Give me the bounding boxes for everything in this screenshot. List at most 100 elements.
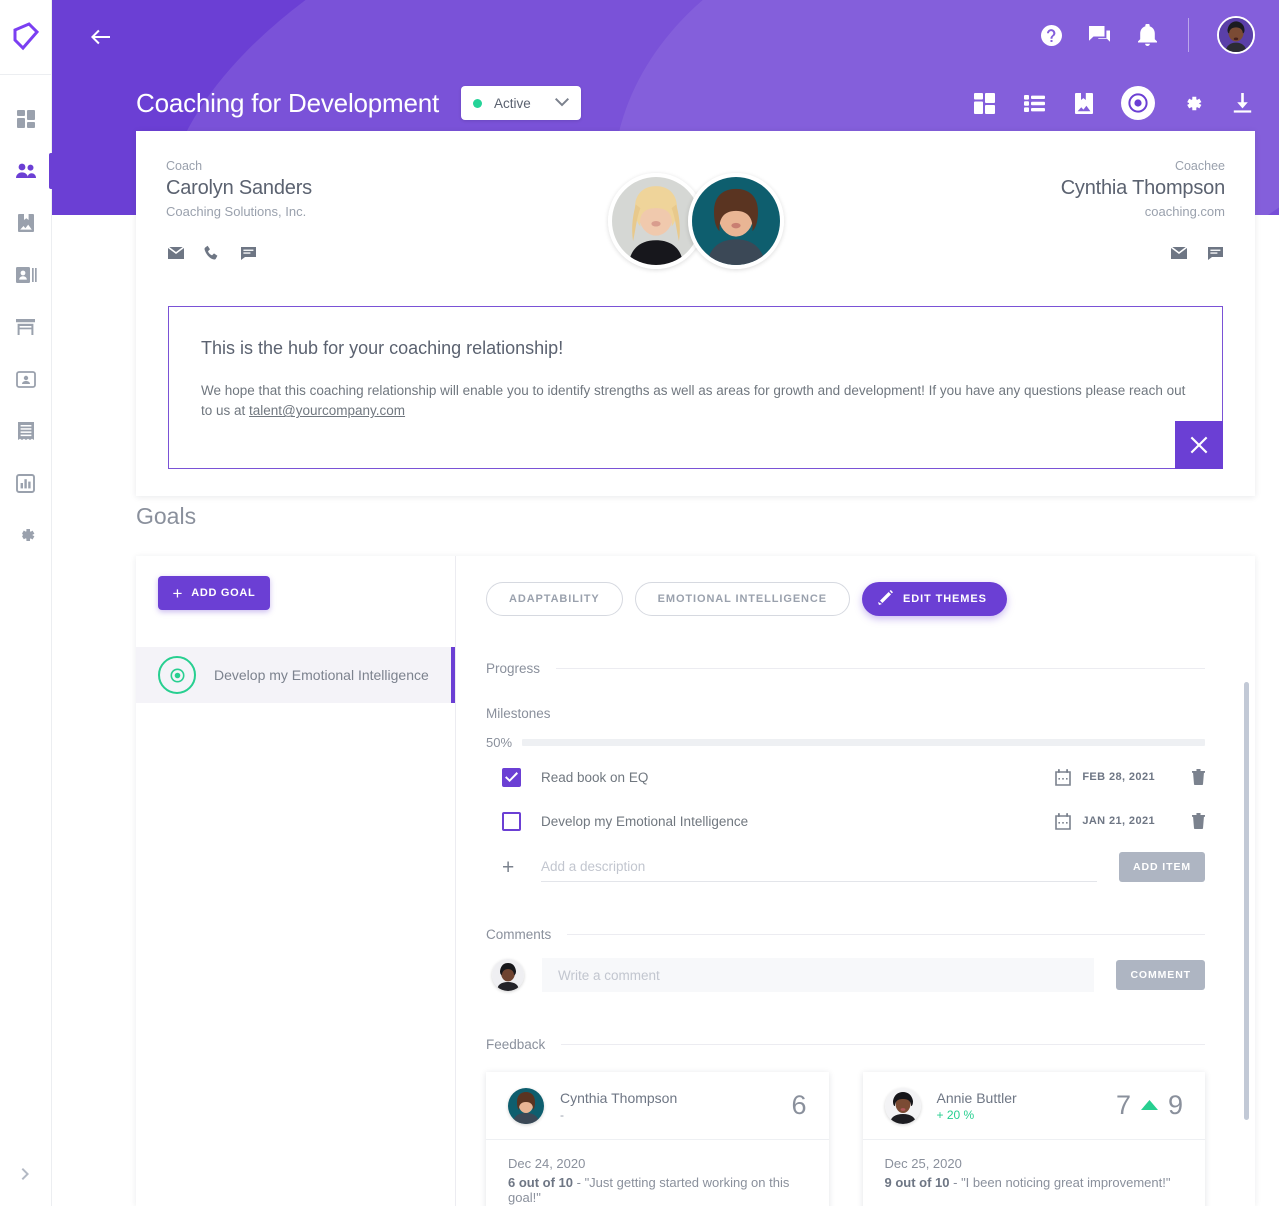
download-icon[interactable]	[1229, 90, 1255, 116]
feedback-rating: 9 out of 10	[884, 1175, 950, 1190]
progress-label: Progress	[486, 661, 541, 676]
contact-list-icon	[15, 267, 37, 283]
goal-item-label: Develop my Emotional Intelligence	[214, 667, 429, 683]
notifications-bell-icon[interactable]	[1134, 22, 1160, 48]
calendar-icon	[1054, 768, 1072, 786]
sidebar-item-media[interactable]	[0, 197, 51, 249]
goal-detail-scrollbar[interactable]	[1244, 682, 1249, 1120]
feedback-score-primary: 7	[1115, 1090, 1131, 1120]
header-top-bar	[52, 0, 1279, 74]
add-goal-label: ADD GOAL	[191, 587, 256, 599]
list-view-icon[interactable]	[1021, 90, 1047, 116]
feedback-author: Annie Buttler + 20 %	[937, 1090, 1116, 1122]
profile-top: Coach Carolyn Sanders Coaching Solutions…	[136, 131, 1255, 291]
sidebar-item-dashboard[interactable]	[0, 93, 51, 145]
back-button[interactable]	[82, 20, 118, 56]
delete-milestone-button[interactable]	[1177, 769, 1205, 785]
image-card-icon	[17, 214, 34, 232]
add-milestone-input[interactable]	[541, 852, 1098, 882]
feedback-card: Cynthia Thompson - 6 Dec 24, 2020 6 out …	[486, 1072, 829, 1206]
trend-up-icon	[1140, 1100, 1158, 1111]
grid-view-icon[interactable]	[971, 90, 997, 116]
theme-chip-emotional-intelligence[interactable]: EMOTIONAL INTELLIGENCE	[634, 582, 850, 616]
sidebar-item-reports[interactable]	[0, 457, 51, 509]
feedback-quote: 9 out of 10 - "I been noticing great imp…	[885, 1175, 1184, 1190]
left-nav-rail	[0, 0, 52, 1206]
message-icon[interactable]	[238, 243, 258, 263]
feedback-quote-text: - "I been noticing great improvement!"	[949, 1175, 1171, 1190]
hub-banner: This is the hub for your coaching relati…	[168, 306, 1223, 469]
coach-contact-actions	[166, 243, 312, 263]
goals-target-icon[interactable]	[1121, 86, 1155, 120]
milestone-date: JAN 21, 2021	[1082, 815, 1155, 827]
milestone-text: Read book on EQ	[541, 769, 649, 785]
coachee-avatar[interactable]	[687, 173, 784, 269]
email-icon[interactable]	[1169, 243, 1189, 263]
table-row: Develop my Emotional Intelligence JAN 21…	[486, 804, 1205, 838]
add-goal-button[interactable]: + ADD GOAL	[158, 576, 270, 610]
status-badge: Active	[494, 95, 531, 111]
chat-icon[interactable]	[1086, 22, 1112, 48]
calendar-icon	[1054, 812, 1072, 830]
edit-themes-button[interactable]: EDIT THEMES	[861, 582, 1007, 616]
feedback-scores: 6	[791, 1090, 806, 1121]
media-view-icon[interactable]	[1071, 90, 1097, 116]
comment-input[interactable]	[542, 958, 1095, 992]
feedback-score-secondary: 9	[1167, 1090, 1183, 1120]
people-icon	[15, 163, 36, 178]
add-item-button[interactable]: ADD ITEM	[1119, 852, 1205, 882]
close-icon	[1190, 436, 1208, 454]
feedback-author-sub: + 20 %	[936, 1107, 975, 1122]
feedback-author-sub: -	[560, 1107, 564, 1122]
status-dropdown[interactable]: Active	[461, 86, 582, 120]
avatar	[508, 1087, 544, 1124]
table-row: Read book on EQ FEB 28, 2021	[486, 760, 1205, 794]
close-banner-button[interactable]	[1175, 421, 1223, 469]
hub-body: We hope that this coaching relationship …	[201, 381, 1190, 422]
coachee-block: Coachee Cynthia Thompson coaching.com	[1061, 159, 1225, 263]
comment-button[interactable]: COMMENT	[1116, 960, 1205, 990]
avatar	[884, 1087, 921, 1124]
delete-milestone-button[interactable]	[1177, 813, 1205, 829]
milestone-checkbox[interactable]	[502, 811, 521, 831]
chevron-down-icon	[555, 94, 570, 112]
status-dot	[473, 98, 483, 108]
avatar[interactable]	[1217, 16, 1255, 54]
app-logo[interactable]	[0, 0, 51, 74]
app-root: Coaching for Development Active Coach Ca…	[0, 0, 1279, 1206]
sidebar-item-people[interactable]	[0, 145, 52, 197]
pencil-icon	[877, 590, 893, 608]
feedback-section-header: Feedback	[486, 1037, 1205, 1052]
sidebar-item-documents[interactable]	[0, 405, 51, 457]
feedback-quote: 6 out of 10 - "Just getting started work…	[508, 1175, 807, 1205]
target-icon	[158, 656, 196, 694]
email-icon[interactable]	[166, 243, 186, 263]
phone-icon[interactable]	[202, 243, 222, 263]
help-icon[interactable]	[1038, 22, 1064, 48]
sidebar-item-settings[interactable]	[0, 509, 51, 561]
store-icon	[16, 319, 35, 335]
plus-icon: +	[172, 583, 184, 603]
hub-email-link[interactable]: talent@yourcompany.com	[249, 403, 405, 418]
coach-block: Coach Carolyn Sanders Coaching Solutions…	[166, 159, 312, 263]
sidebar-item-contacts[interactable]	[0, 249, 51, 301]
milestone-checkbox[interactable]	[502, 767, 521, 787]
relationship-avatars	[607, 173, 784, 269]
sidebar-item-profile-card[interactable]	[0, 353, 51, 405]
section-rule	[561, 1044, 1205, 1045]
message-icon[interactable]	[1205, 243, 1225, 263]
feedback-author-name: Annie Buttler	[936, 1089, 1017, 1106]
comments-section-header: Comments	[486, 927, 1205, 942]
coachee-contact-actions	[1061, 243, 1225, 263]
settings-gear-icon[interactable]	[1179, 90, 1205, 116]
list-item[interactable]: Develop my Emotional Intelligence	[136, 647, 455, 703]
feedback-scores: 7 9	[1116, 1090, 1183, 1121]
coach-name: Carolyn Sanders	[166, 177, 312, 199]
comments-label: Comments	[486, 927, 552, 942]
expand-sidebar-button[interactable]	[0, 1154, 52, 1194]
theme-chip-adaptability[interactable]: ADAPTABILITY	[486, 582, 623, 616]
plus-icon[interactable]: +	[502, 857, 521, 878]
coachee-company: coaching.com	[1144, 204, 1225, 219]
feedback-author-name: Cynthia Thompson	[560, 1089, 678, 1106]
sidebar-item-marketplace[interactable]	[0, 301, 51, 353]
